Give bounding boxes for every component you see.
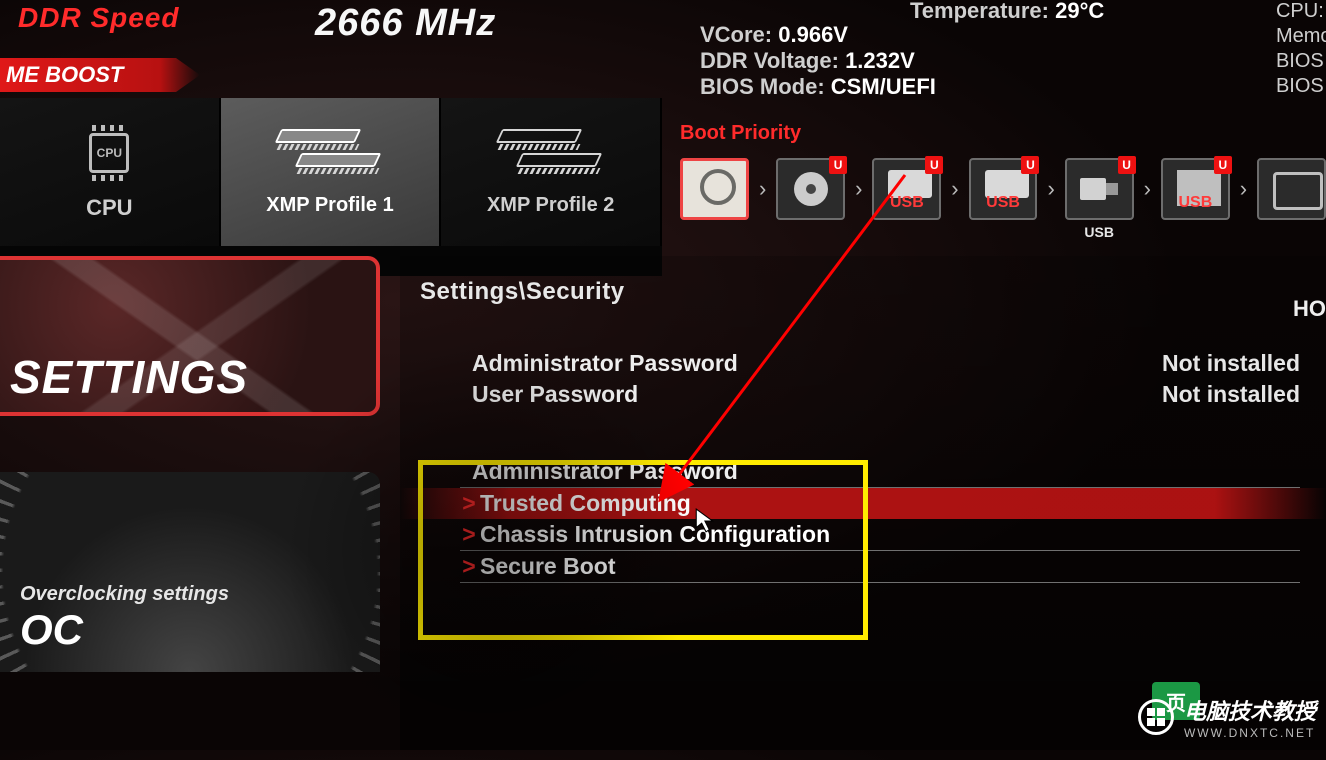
usb-label: USB: [1163, 194, 1228, 212]
uefi-badge-icon: U: [925, 156, 943, 174]
ddr-speed-value: 2666 MHz: [315, 2, 496, 45]
profile-xmp2-tile[interactable]: XMP Profile 2: [441, 98, 662, 246]
chevron-right-icon: ›: [951, 176, 958, 202]
disc-icon: [791, 169, 831, 209]
chevron-right-icon: ›: [759, 176, 766, 202]
vcore-value: 0.966V: [778, 22, 848, 47]
watermark-url: WWW.DNXTC.NET: [1184, 726, 1316, 740]
main-panel: Settings\Security Administrator Password…: [400, 256, 1326, 750]
boot-device-network[interactable]: [1257, 158, 1326, 220]
ddr-speed-label: DDR Speed: [18, 2, 179, 34]
sidebar: SETTINGS Overclocking settings OC: [0, 256, 400, 750]
setting-value: Not installed: [1162, 381, 1300, 408]
oc-title: OC: [20, 606, 229, 654]
settings-title: SETTINGS: [10, 350, 248, 404]
setting-label: Administrator Password: [472, 350, 738, 377]
uefi-badge-icon: U: [1021, 156, 1039, 174]
chevron-right-icon: >: [460, 490, 478, 517]
vcore-label: VCore:: [700, 22, 772, 47]
setting-value: Not installed: [1162, 350, 1300, 377]
right-info-panel: CPU: In Memo BIOS V BIOS B: [1276, 0, 1326, 110]
boot-priority-panel: Boot Priority › U › USB U › USB U › U US…: [680, 122, 1326, 227]
section-admin-password: Administrator Password: [400, 456, 1326, 487]
submenu-label: Chassis Intrusion Configuration: [480, 521, 830, 548]
info-bios-version: BIOS V: [1276, 50, 1326, 73]
watermark-text: 电脑技术教授: [1184, 694, 1316, 726]
boot-device-usb-2[interactable]: USB U: [969, 158, 1038, 220]
uefi-badge-icon: U: [1214, 156, 1232, 174]
submenu-label: Secure Boot: [480, 553, 615, 580]
system-info-panel: Temperature: 29°C VCore: 0.966V DDR Volt…: [680, 0, 1326, 110]
uefi-badge-icon: U: [1118, 156, 1136, 174]
setting-row-admin-password[interactable]: Administrator Password Not installed: [400, 348, 1326, 379]
ram-icon: [270, 127, 390, 182]
uefi-badge-icon: U: [829, 156, 847, 174]
oc-subtitle: Overclocking settings: [20, 583, 229, 606]
setting-label: User Password: [472, 381, 638, 408]
info-memory: Memo: [1276, 25, 1326, 48]
chevron-right-icon: ›: [1144, 176, 1151, 202]
submenu-list: > Trusted Computing > Chassis Intrusion …: [400, 488, 1326, 583]
usb-drive-icon: [1078, 174, 1120, 204]
submenu-label: Trusted Computing: [480, 490, 691, 517]
profile-row: CPU CPU XMP Profile 1 XMP Profile 2: [0, 98, 662, 246]
profile-xmp1-label: XMP Profile 1: [266, 194, 393, 217]
chevron-right-icon: ›: [1047, 176, 1054, 202]
boot-priority-title: Boot Priority: [680, 122, 1326, 145]
cpu-temp-value: 29°C: [1055, 0, 1104, 23]
submenu-secure-boot[interactable]: > Secure Boot: [400, 551, 1326, 582]
usb-sub-label: USB: [1084, 224, 1114, 240]
boot-device-cd[interactable]: U: [776, 158, 845, 220]
sidebar-item-oc[interactable]: Overclocking settings OC: [0, 472, 380, 672]
profile-xmp1-tile[interactable]: XMP Profile 1: [221, 98, 442, 246]
bios-mode-value: CSM/UEFI: [831, 74, 936, 99]
boot-device-hdd[interactable]: [680, 158, 749, 220]
boot-device-usb-4[interactable]: USB U: [1161, 158, 1230, 220]
ddr-voltage-value: 1.232V: [845, 48, 915, 73]
cpu-temp-label: Temperature:: [910, 0, 1049, 23]
ddr-voltage-label: DDR Voltage:: [700, 48, 839, 73]
usb-label: USB: [971, 194, 1036, 212]
game-boost-banner: ME BOOST: [0, 58, 200, 92]
cpu-icon: CPU: [74, 123, 144, 183]
chevron-right-icon: ›: [1240, 176, 1247, 202]
setting-row-user-password[interactable]: User Password Not installed: [400, 379, 1326, 410]
boot-device-usb-3[interactable]: U USB: [1065, 158, 1134, 220]
chevron-right-icon: ›: [855, 176, 862, 202]
profile-cpu-tile[interactable]: CPU CPU: [0, 98, 221, 246]
boot-device-usb-1[interactable]: USB U: [872, 158, 941, 220]
breadcrumb: Settings\Security: [420, 278, 1326, 306]
submenu-trusted-computing[interactable]: > Trusted Computing: [400, 488, 1326, 519]
usb-label: USB: [874, 194, 939, 212]
ram-icon: [491, 127, 611, 182]
watermark: 电脑技术教授 WWW.DNXTC.NET: [1138, 694, 1316, 740]
divider: [460, 582, 1300, 583]
help-hint: HO: [1293, 296, 1326, 322]
info-bios-build: BIOS B: [1276, 75, 1326, 98]
profile-cpu-label: CPU: [86, 195, 132, 221]
info-cpu: CPU: In: [1276, 0, 1326, 23]
watermark-logo-icon: [1138, 699, 1174, 735]
sidebar-item-settings[interactable]: SETTINGS: [0, 256, 380, 416]
profile-xmp2-label: XMP Profile 2: [487, 194, 614, 217]
bios-mode-label: BIOS Mode:: [700, 74, 825, 99]
chevron-right-icon: >: [460, 521, 478, 548]
submenu-chassis-intrusion[interactable]: > Chassis Intrusion Configuration: [400, 519, 1326, 550]
chevron-right-icon: >: [460, 553, 478, 580]
